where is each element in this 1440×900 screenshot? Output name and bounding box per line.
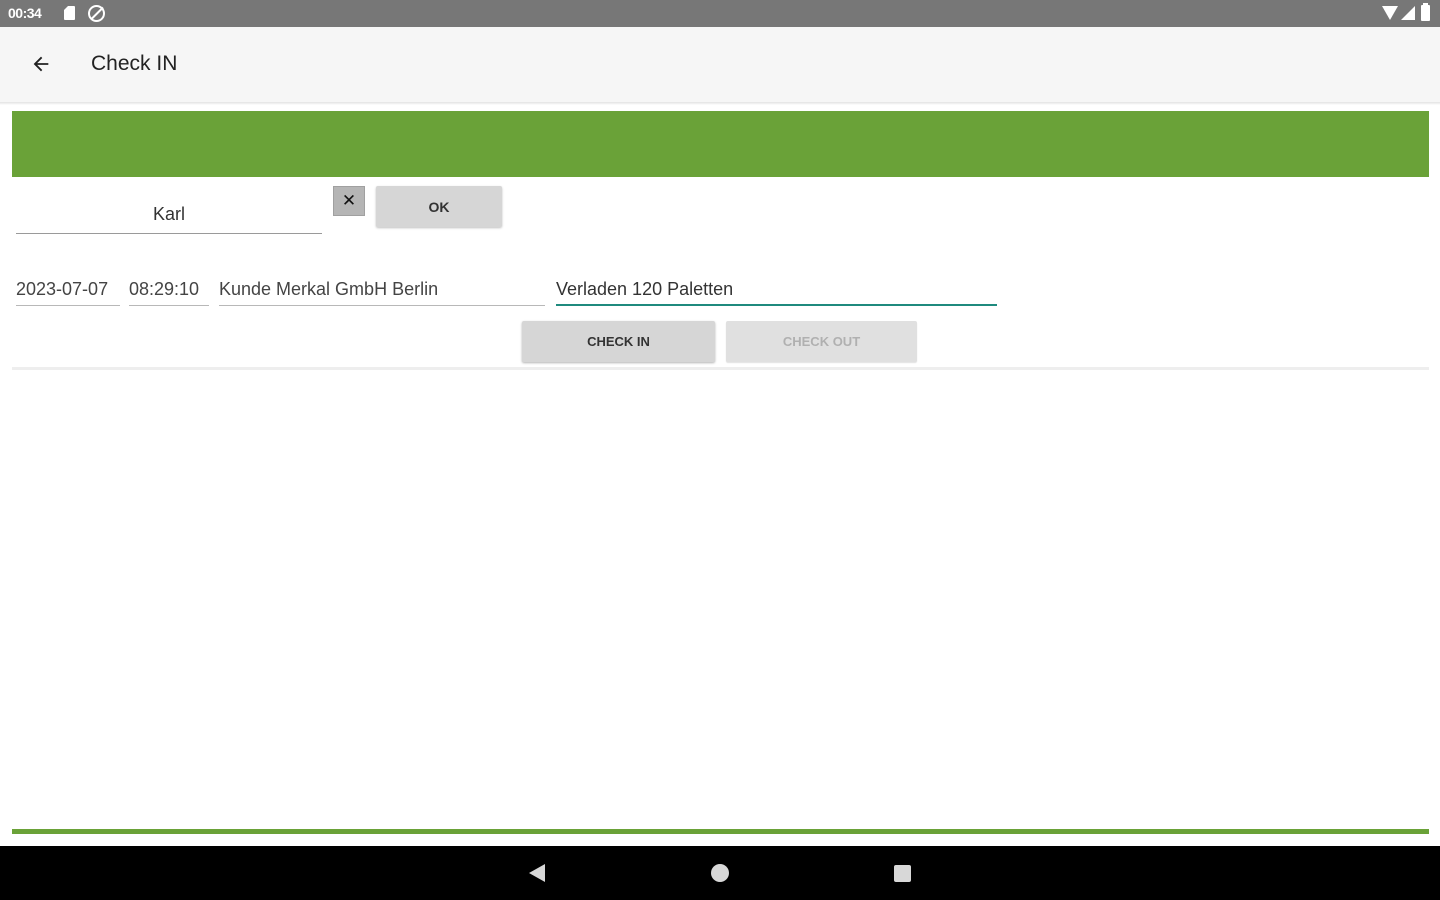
ok-button[interactable]: OK — [376, 186, 502, 227]
bottom-accent-line — [12, 829, 1429, 834]
date-field[interactable] — [16, 274, 120, 306]
battery-icon — [1421, 3, 1430, 21]
header-band — [12, 111, 1429, 177]
clear-button[interactable]: ✕ — [333, 186, 365, 216]
nav-recents-icon[interactable] — [894, 865, 911, 882]
nav-home-icon[interactable] — [711, 864, 729, 882]
sd-card-icon — [64, 6, 75, 20]
app-bar: Check IN — [0, 27, 1440, 102]
signal-icon — [1401, 6, 1415, 20]
arrow-left-icon — [33, 56, 49, 72]
status-time: 00:34 — [8, 5, 42, 21]
back-button[interactable] — [20, 43, 62, 85]
note-field[interactable] — [556, 274, 997, 306]
navigation-bar — [0, 846, 1440, 900]
time-field[interactable] — [129, 274, 209, 306]
check-out-button[interactable]: CHECK OUT — [726, 321, 917, 362]
close-icon: ✕ — [341, 191, 357, 211]
app-bar-shadow — [0, 102, 1440, 105]
location-off-icon — [88, 5, 105, 22]
nav-back-icon[interactable] — [529, 864, 545, 882]
name-input[interactable] — [16, 196, 322, 234]
customer-field[interactable] — [219, 274, 545, 306]
status-bar: 00:34 — [0, 0, 1440, 27]
page-title: Check IN — [91, 52, 178, 75]
wifi-icon — [1382, 6, 1398, 20]
divider — [12, 367, 1429, 370]
check-in-button[interactable]: CHECK IN — [522, 321, 715, 362]
